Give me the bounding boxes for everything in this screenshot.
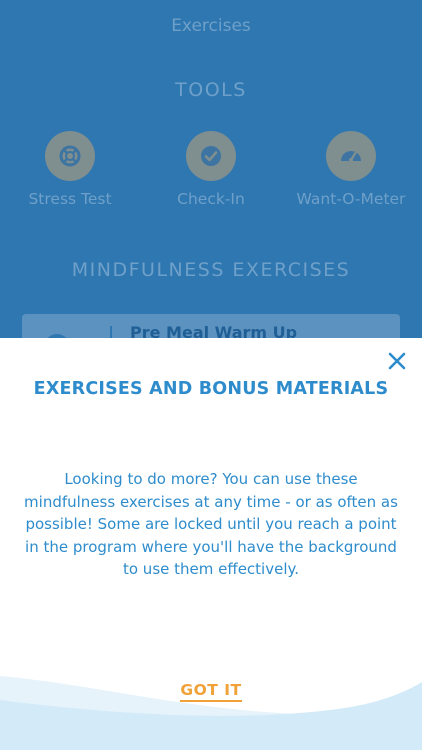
modal-body-text: Looking to do more? You can use these mi… <box>24 470 398 578</box>
tool-check-in[interactable]: Check-In <box>141 131 281 208</box>
tool-label: Check-In <box>177 190 245 208</box>
lifebuoy-icon <box>45 131 95 181</box>
got-it-button[interactable]: GOT IT <box>180 681 242 702</box>
info-modal: EXERCISES AND BONUS MATERIALS Looking to… <box>0 338 422 750</box>
close-button[interactable] <box>386 350 408 372</box>
modal-title: EXERCISES AND BONUS MATERIALS <box>33 379 389 399</box>
tool-stress-test[interactable]: Stress Test <box>0 131 140 208</box>
gauge-icon <box>326 131 376 181</box>
tool-want-o-meter[interactable]: Want-O-Meter <box>281 131 421 208</box>
got-it-container: GOT IT <box>0 680 422 702</box>
tool-label: Want-O-Meter <box>296 190 406 208</box>
tools-section-title: TOOLS <box>175 79 247 101</box>
page-title: Exercises <box>171 16 251 36</box>
checkmark-icon <box>186 131 236 181</box>
tool-label: Stress Test <box>28 190 112 208</box>
mindfulness-section-title: MINDFULNESS EXERCISES <box>71 259 351 281</box>
close-icon <box>388 352 406 370</box>
